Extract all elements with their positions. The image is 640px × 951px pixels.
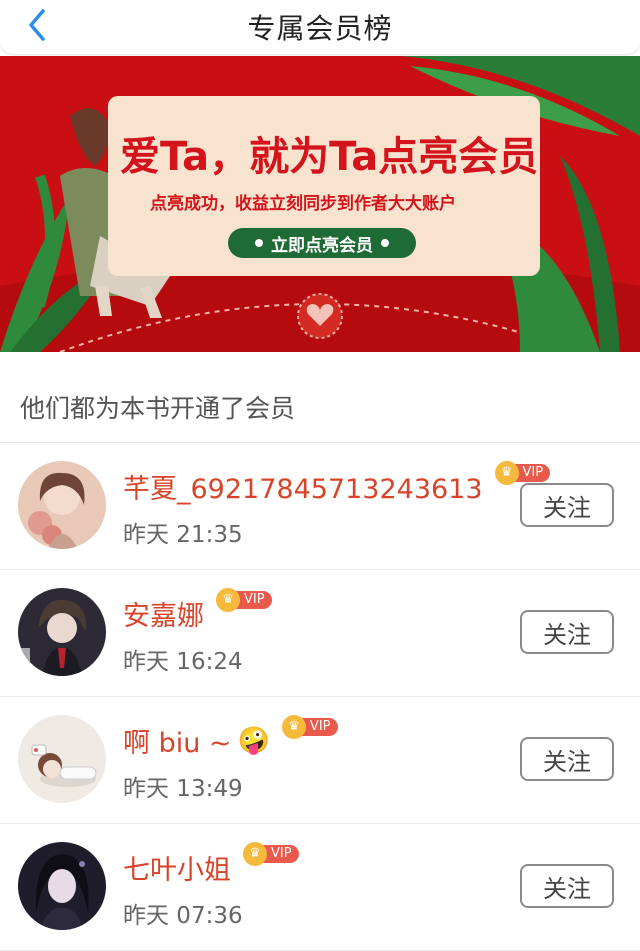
member-time: 昨天 21:35	[123, 522, 243, 548]
avatar[interactable]	[18, 842, 106, 930]
member-name-line: 安嘉娜 ♛ VIP	[123, 587, 272, 633]
dot-icon	[255, 239, 263, 247]
avatar[interactable]	[18, 588, 106, 676]
member-time: 昨天 07:36	[123, 903, 243, 929]
member-name: 安嘉娜	[123, 601, 204, 632]
back-button[interactable]	[22, 6, 52, 44]
back-arrow-icon	[29, 9, 45, 41]
crown-icon: ♛	[281, 714, 306, 739]
member-name: 芊夏_69217845713243613	[123, 474, 483, 505]
crown-icon: ♛	[216, 587, 240, 612]
list-item[interactable]: 啊 biu ~ 🤪 ♛ VIP 昨天 13:49 关注	[0, 697, 640, 824]
vip-badge: ♛ VIP	[281, 714, 338, 739]
list-item[interactable]: 芊夏_69217845713243613 ♛ VIP 昨天 21:35 关注	[0, 443, 640, 570]
member-name-line: 啊 biu ~ 🤪 ♛ VIP	[123, 714, 338, 760]
crown-icon: ♛	[494, 460, 519, 485]
section-title: 他们都为本书开通了会员	[0, 352, 640, 443]
member-name: 啊 biu ~	[123, 728, 232, 759]
top-bar: 专属会员榜	[0, 0, 640, 54]
follow-button[interactable]: 关注	[520, 483, 614, 527]
zany-face-emoji-icon: 🤪	[237, 725, 270, 756]
banner-subtitle: 点亮成功，收益立刻同步到作者大大账户	[150, 194, 456, 214]
member-name-line: 七叶小姐 ♛ VIP	[123, 841, 299, 887]
page-title: 专属会员榜	[247, 12, 393, 45]
vip-badge: ♛ VIP	[216, 587, 272, 612]
list-item[interactable]: 七叶小姐 ♛ VIP 昨天 07:36 关注	[0, 824, 640, 951]
dot-icon	[381, 239, 389, 247]
member-name-line: 芊夏_69217845713243613 ♛ VIP	[123, 460, 551, 506]
follow-button[interactable]: 关注	[520, 864, 614, 908]
vip-badge: ♛ VIP	[243, 841, 299, 866]
promo-banner[interactable]: 爱Ta，就为Ta点亮会员 点亮成功，收益立刻同步到作者大大账户 立即点亮会员	[0, 56, 640, 352]
follow-button[interactable]: 关注	[520, 610, 614, 654]
member-time: 昨天 16:24	[123, 649, 243, 675]
member-list: 芊夏_69217845713243613 ♛ VIP 昨天 21:35 关注 安…	[0, 443, 640, 951]
activate-membership-button[interactable]: 立即点亮会员	[228, 228, 416, 258]
avatar[interactable]	[18, 715, 106, 803]
follow-button[interactable]: 关注	[520, 737, 614, 781]
vip-badge: ♛ VIP	[494, 460, 551, 485]
member-name: 七叶小姐	[123, 855, 231, 886]
member-time: 昨天 13:49	[123, 776, 243, 802]
crown-icon: ♛	[243, 841, 267, 866]
list-item[interactable]: 安嘉娜 ♛ VIP 昨天 16:24 关注	[0, 570, 640, 697]
activate-membership-label: 立即点亮会员	[271, 235, 373, 256]
avatar[interactable]	[18, 461, 106, 549]
banner-headline: 爱Ta，就为Ta点亮会员	[120, 134, 539, 180]
